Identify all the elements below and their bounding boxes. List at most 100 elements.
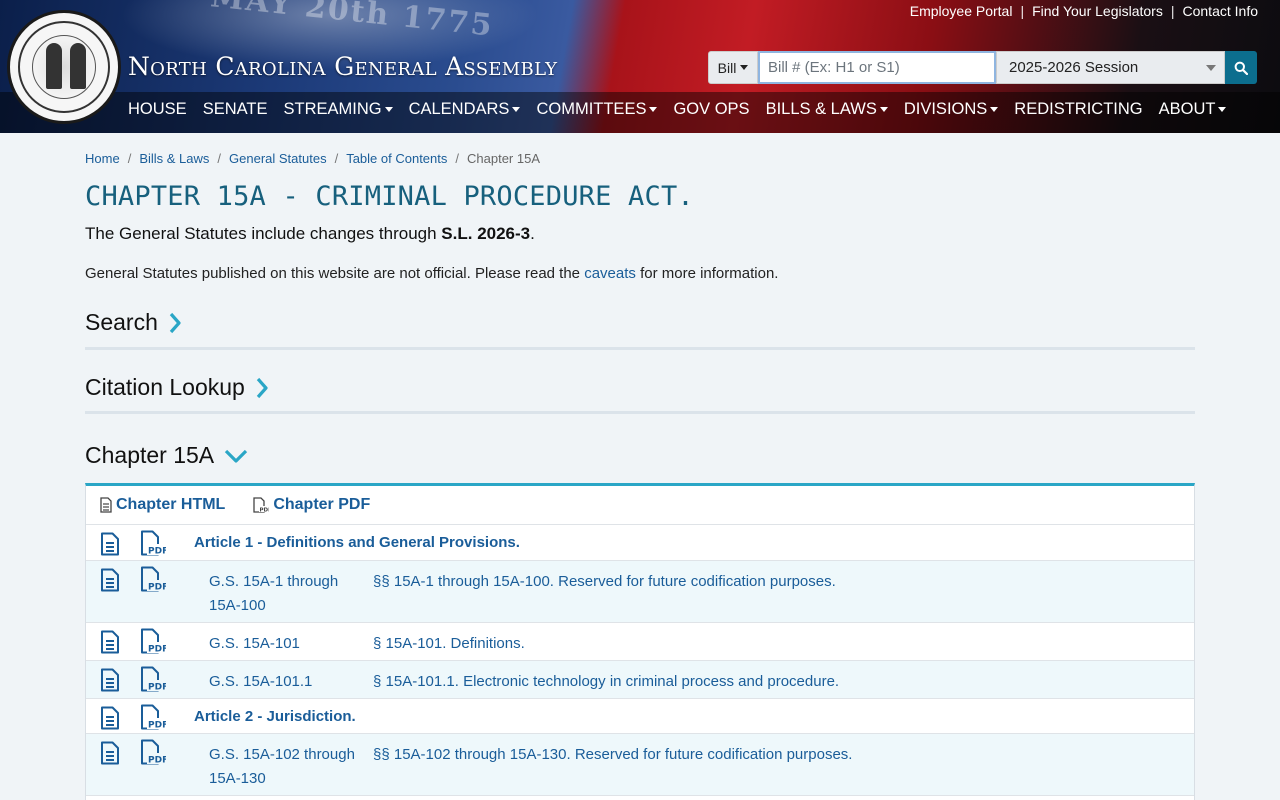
search-section-toggle[interactable]: Search (85, 309, 182, 336)
nav-label: GOV OPS (673, 100, 750, 118)
changes-suffix: . (530, 224, 535, 243)
find-legislators-link[interactable]: Find Your Legislators (1032, 3, 1163, 19)
table-row (86, 795, 1194, 800)
nav-label: CALENDARS (408, 100, 510, 118)
changes-prefix: The General Statutes include changes thr… (85, 224, 442, 243)
file-text-icon[interactable] (100, 568, 120, 592)
chevron-right-icon (256, 377, 268, 398)
separator: | (1170, 3, 1175, 19)
site-header: MAY 20th 1775 North Carolina General Ass… (0, 0, 1280, 133)
statute-title-link[interactable]: § 15A-101.1. Electronic technology in cr… (373, 670, 839, 694)
bill-number-input[interactable] (758, 51, 996, 84)
breadcrumb: Home / Bills & Laws / General Statutes /… (85, 151, 540, 166)
citation-lookup-toggle[interactable]: Citation Lookup (85, 374, 269, 401)
disclaimer-text: General Statutes published on this websi… (85, 265, 778, 282)
breadcrumb-general-statutes[interactable]: General Statutes (229, 151, 327, 166)
chevron-down-icon (990, 107, 999, 112)
chapter-panel: Chapter HTML PDF Chapter PDF PDF Article… (85, 483, 1195, 800)
breadcrumb-bills-laws[interactable]: Bills & Laws (139, 151, 209, 166)
nav-label: REDISTRICTING (1014, 100, 1143, 118)
breadcrumb-separator: / (127, 151, 132, 166)
chapter-section-toggle[interactable]: Chapter 15A (85, 442, 248, 469)
statute-title-link[interactable]: §§ 15A-102 through 15A-130. Reserved for… (373, 743, 852, 767)
statute-number-link[interactable]: G.S. 15A-102 through 15A-130 (209, 743, 359, 791)
chapter-html-link[interactable]: Chapter HTML (100, 496, 225, 514)
section-divider (85, 347, 1195, 350)
statute-title-link[interactable]: §§ 15A-1 through 15A-100. Reserved for f… (373, 570, 836, 594)
link-label: Chapter PDF (273, 496, 371, 513)
file-pdf-icon[interactable]: PDF (140, 628, 166, 654)
article-row: PDF Article 1 - Definitions and General … (86, 524, 1194, 560)
statute-title-link[interactable]: § 15A-101. Definitions. (373, 632, 525, 656)
session-select[interactable]: 2025-2026 Session (996, 51, 1225, 84)
utility-links: Employee Portal | Find Your Legislators … (910, 3, 1258, 19)
breadcrumb-separator: / (455, 151, 460, 166)
breadcrumb-separator: / (217, 151, 222, 166)
file-pdf-icon[interactable]: PDF (140, 566, 166, 592)
svg-text:PDF: PDF (148, 683, 166, 693)
nav-label: COMMITTEES (536, 100, 647, 118)
chevron-right-icon (169, 312, 181, 333)
file-pdf-icon[interactable]: PDF (140, 666, 166, 692)
chapter-download-links: Chapter HTML PDF Chapter PDF (100, 496, 370, 514)
chevron-down-icon (649, 107, 658, 112)
section-divider (85, 411, 1195, 414)
chevron-down-icon (225, 449, 248, 463)
contact-info-link[interactable]: Contact Info (1183, 3, 1259, 19)
nav-streaming[interactable]: STREAMING (283, 100, 393, 119)
nav-divisions[interactable]: DIVISIONS (904, 100, 999, 119)
statute-number-link[interactable]: G.S. 15A-101 (209, 632, 359, 656)
page-title: CHAPTER 15A - CRIMINAL PROCEDURE ACT. (85, 181, 694, 212)
breadcrumb-home[interactable]: Home (85, 151, 120, 166)
nav-house[interactable]: HOUSE (128, 100, 187, 119)
chapter-pdf-link[interactable]: PDF Chapter PDF (253, 496, 370, 514)
statute-row: PDF G.S. 15A-1 through 15A-100 §§ 15A-1 … (86, 560, 1194, 622)
file-text-icon[interactable] (100, 668, 120, 692)
section-title: Chapter 15A (85, 442, 215, 468)
site-title[interactable]: North Carolina General Assembly (128, 52, 557, 81)
article-row: PDF Article 2 - Jurisdiction. (86, 698, 1194, 733)
seal-figure-left (46, 43, 62, 89)
statute-number-link[interactable]: G.S. 15A-1 through 15A-100 (209, 570, 359, 618)
article-link[interactable]: Article 1 - Definitions and General Prov… (194, 534, 520, 551)
file-pdf-icon[interactable]: PDF (140, 530, 166, 556)
file-pdf-icon[interactable]: PDF (140, 704, 166, 730)
article-link[interactable]: Article 2 - Jurisdiction. (194, 708, 356, 725)
svg-text:PDF: PDF (148, 721, 166, 731)
nav-committees[interactable]: COMMITTEES (536, 100, 658, 119)
statute-row: PDF G.S. 15A-101.1 § 15A-101.1. Electron… (86, 660, 1194, 698)
chevron-down-icon (740, 65, 749, 70)
statute-row: PDF G.S. 15A-102 through 15A-130 §§ 15A-… (86, 733, 1194, 795)
nav-calendars[interactable]: CALENDARS (409, 100, 521, 119)
statute-number-link[interactable]: G.S. 15A-101.1 (209, 670, 359, 694)
nav-about[interactable]: ABOUT (1159, 100, 1227, 119)
breadcrumb-separator: / (334, 151, 339, 166)
nav-label: HOUSE (128, 100, 187, 118)
chevron-down-icon (1218, 107, 1227, 112)
main-nav: HOUSE SENATE STREAMING CALENDARS COMMITT… (128, 100, 1227, 119)
chevron-down-icon (1206, 65, 1216, 71)
file-text-icon[interactable] (100, 706, 120, 730)
file-text-icon[interactable] (100, 741, 120, 765)
file-pdf-icon[interactable]: PDF (140, 739, 166, 765)
nav-gov-ops[interactable]: GOV OPS (673, 100, 749, 119)
state-seal-logo[interactable] (7, 10, 121, 124)
breadcrumb-table-of-contents[interactable]: Table of Contents (346, 151, 447, 166)
caveats-link[interactable]: caveats (584, 265, 636, 282)
search-button[interactable] (1225, 51, 1257, 84)
nav-label: ABOUT (1158, 100, 1216, 118)
file-text-icon[interactable] (100, 630, 120, 654)
file-text-icon[interactable] (100, 532, 120, 556)
session-law-value: S.L. 2026-3 (441, 224, 531, 243)
seal-figure-right (70, 43, 86, 89)
nav-redistricting[interactable]: REDISTRICTING (1014, 100, 1142, 119)
search-type-dropdown[interactable]: Bill (708, 51, 758, 84)
bill-search-bar: Bill 2025-2026 Session (708, 51, 1257, 84)
session-value: 2025-2026 Session (1009, 59, 1139, 76)
search-type-label: Bill (717, 59, 737, 76)
nav-bills-laws[interactable]: BILLS & LAWS (766, 100, 888, 119)
svg-text:PDF: PDF (148, 645, 166, 655)
section-title: Search (85, 309, 158, 335)
nav-senate[interactable]: SENATE (203, 100, 268, 119)
employee-portal-link[interactable]: Employee Portal (910, 3, 1013, 19)
